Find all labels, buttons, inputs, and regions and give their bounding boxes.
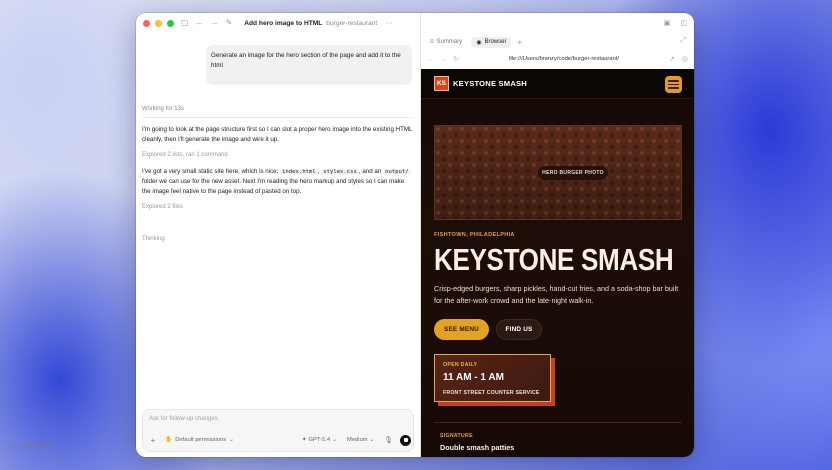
- hours-card: OPEN DAILY 11 AM - 1 AM FRONT STREET COU…: [434, 354, 551, 402]
- back-arrow-icon[interactable]: ←: [427, 56, 434, 63]
- user-message: Generate an image for the hero section o…: [206, 45, 412, 85]
- tab-label: Summary: [436, 39, 463, 45]
- hamburger-icon: [668, 80, 679, 82]
- site-header: KS KEYSTONE SMASH: [421, 69, 694, 99]
- hero-location: FISHTOWN, PHILADELPHIA: [434, 232, 515, 238]
- forward-arrow-icon[interactable]: →: [211, 19, 219, 27]
- microphone-icon[interactable]: 🎙: [384, 436, 393, 444]
- inline-code: index.html: [280, 169, 318, 175]
- assistant-message-1: I'm going to look at the page structure …: [142, 126, 413, 143]
- hours-location: FRONT STREET COUNTER SERVICE: [443, 390, 540, 396]
- minimize-window-button[interactable]: [155, 19, 162, 27]
- chevron-down-icon: ⌄: [369, 437, 375, 443]
- work-mode-label: Work locally: [20, 443, 52, 449]
- expand-icon[interactable]: ⤢: [680, 37, 686, 45]
- divider: [142, 117, 412, 118]
- stop-button[interactable]: [400, 434, 411, 446]
- inspect-icon[interactable]: ◎: [682, 55, 688, 63]
- app-window: ▢ ← → ✎ Add hero image to HTML burger-re…: [136, 13, 694, 457]
- list-icon: ≡: [430, 39, 434, 45]
- model-dropdown[interactable]: ✦ GPT-5.4 ⌄: [302, 437, 337, 443]
- globe-icon: ◉: [476, 39, 482, 46]
- effort-label: Medium: [347, 437, 368, 443]
- zoom-window-button[interactable]: [167, 19, 174, 27]
- effort-dropdown[interactable]: Medium ⌄: [347, 437, 374, 443]
- message-text: ,: [317, 168, 320, 175]
- hero-photo-placeholder: HERO BURGER PHOTO: [434, 125, 682, 220]
- chevron-down-icon: ⌄: [332, 437, 337, 443]
- follow-up-input[interactable]: Ask for follow-up changes: [149, 416, 218, 422]
- thinking-status: Thinking: [142, 236, 165, 242]
- permissions-dropdown[interactable]: ✋ Default permissions ⌄: [165, 437, 234, 443]
- edit-icon[interactable]: ✎: [226, 19, 233, 27]
- chat-pane: ▢ ← → ✎ Add hero image to HTML burger-re…: [136, 13, 420, 457]
- stop-icon: [403, 438, 408, 442]
- composer: Ask for follow-up changes + ✋ Default pe…: [142, 409, 414, 452]
- hero-description: Crisp-edged burgers, sharp pickles, hand…: [434, 284, 679, 305]
- tab-label: Browser: [484, 39, 507, 45]
- inline-code: output/: [383, 169, 411, 175]
- chevron-down-icon: ⌄: [229, 437, 234, 443]
- inline-code: styles.css: [321, 169, 359, 175]
- signature-item: Double smash patties: [440, 443, 515, 452]
- pane-controls: ▣ ◫: [421, 13, 694, 33]
- back-arrow-icon[interactable]: ←: [196, 19, 204, 27]
- laptop-icon: ▭: [12, 443, 18, 449]
- tab-summary[interactable]: ≡ Summary: [425, 37, 467, 47]
- new-tab-icon[interactable]: +: [517, 38, 522, 47]
- find-us-button[interactable]: FIND US: [496, 319, 542, 340]
- url-field[interactable]: file:///Users/brenzy/code/burger-restaur…: [459, 56, 669, 62]
- website-preview: KS KEYSTONE SMASH HERO BURGER PHOTO FISH…: [421, 69, 694, 457]
- composer-toolbar: + ✋ Default permissions ⌄ ✦ GPT-5.4 ⌄ Me…: [147, 434, 411, 446]
- add-attachment-icon[interactable]: +: [147, 436, 159, 445]
- sparkle-icon: ✦: [301, 437, 307, 443]
- working-status[interactable]: Working for 13s: [142, 106, 184, 112]
- title-bar: ▢ ← → ✎ Add hero image to HTML burger-re…: [136, 13, 420, 33]
- sidebar-toggle-icon[interactable]: ▢: [181, 19, 189, 27]
- assistant-message-2: I've got a very small static site here, …: [142, 167, 414, 197]
- browser-pane: ▣ ◫ ≡ Summary ◉ Browser + ⤢ ← → ↻ file:/…: [420, 13, 694, 457]
- message-text: folder we can use for the new asset. Nex…: [142, 178, 405, 195]
- work-mode-dropdown[interactable]: ▭ Work locally ⌄: [12, 443, 59, 449]
- explored-summary-1[interactable]: Explored 2 lists, ran 1 command: [142, 152, 228, 158]
- signature-label: SIGNATURE: [440, 433, 473, 439]
- tab-browser[interactable]: ◉ Browser: [471, 36, 512, 48]
- photo-label: HERO BURGER PHOTO: [538, 166, 608, 180]
- model-label: GPT-5.4: [308, 437, 331, 443]
- hours-label: OPEN DAILY: [443, 362, 478, 368]
- open-external-icon[interactable]: ↗: [669, 55, 675, 63]
- window-controls: [143, 19, 174, 27]
- permissions-label: Default permissions: [175, 437, 227, 443]
- explored-summary-2[interactable]: Explored 2 files: [142, 204, 183, 210]
- forward-arrow-icon[interactable]: →: [440, 56, 447, 63]
- message-text: , and an: [358, 168, 382, 175]
- more-options-icon[interactable]: ···: [385, 20, 392, 27]
- hamburger-menu-button[interactable]: [665, 76, 682, 93]
- hours-time: 11 AM - 1 AM: [443, 372, 504, 383]
- address-bar: ← → ↻ file:///Users/brenzy/code/burger-r…: [421, 51, 694, 67]
- hero-title: KEYSTONE SMASH: [434, 242, 674, 277]
- split-view-icon[interactable]: ◫: [680, 19, 687, 27]
- site-brand[interactable]: KEYSTONE SMASH: [453, 79, 527, 88]
- hand-icon: ✋: [165, 437, 173, 443]
- project-name[interactable]: burger-restaurant: [326, 20, 377, 27]
- pane-tabs: ≡ Summary ◉ Browser +: [425, 35, 522, 49]
- close-window-button[interactable]: [143, 19, 150, 27]
- chevron-down-icon: ⌄: [54, 443, 60, 449]
- terminal-icon[interactable]: ▣: [664, 19, 671, 27]
- section-divider: [434, 422, 682, 423]
- message-text: I've got a very small static site here, …: [142, 168, 279, 175]
- thread-title: Add hero image to HTML: [244, 19, 323, 27]
- site-logo[interactable]: KS: [434, 76, 449, 91]
- see-menu-button[interactable]: SEE MENU: [434, 319, 489, 340]
